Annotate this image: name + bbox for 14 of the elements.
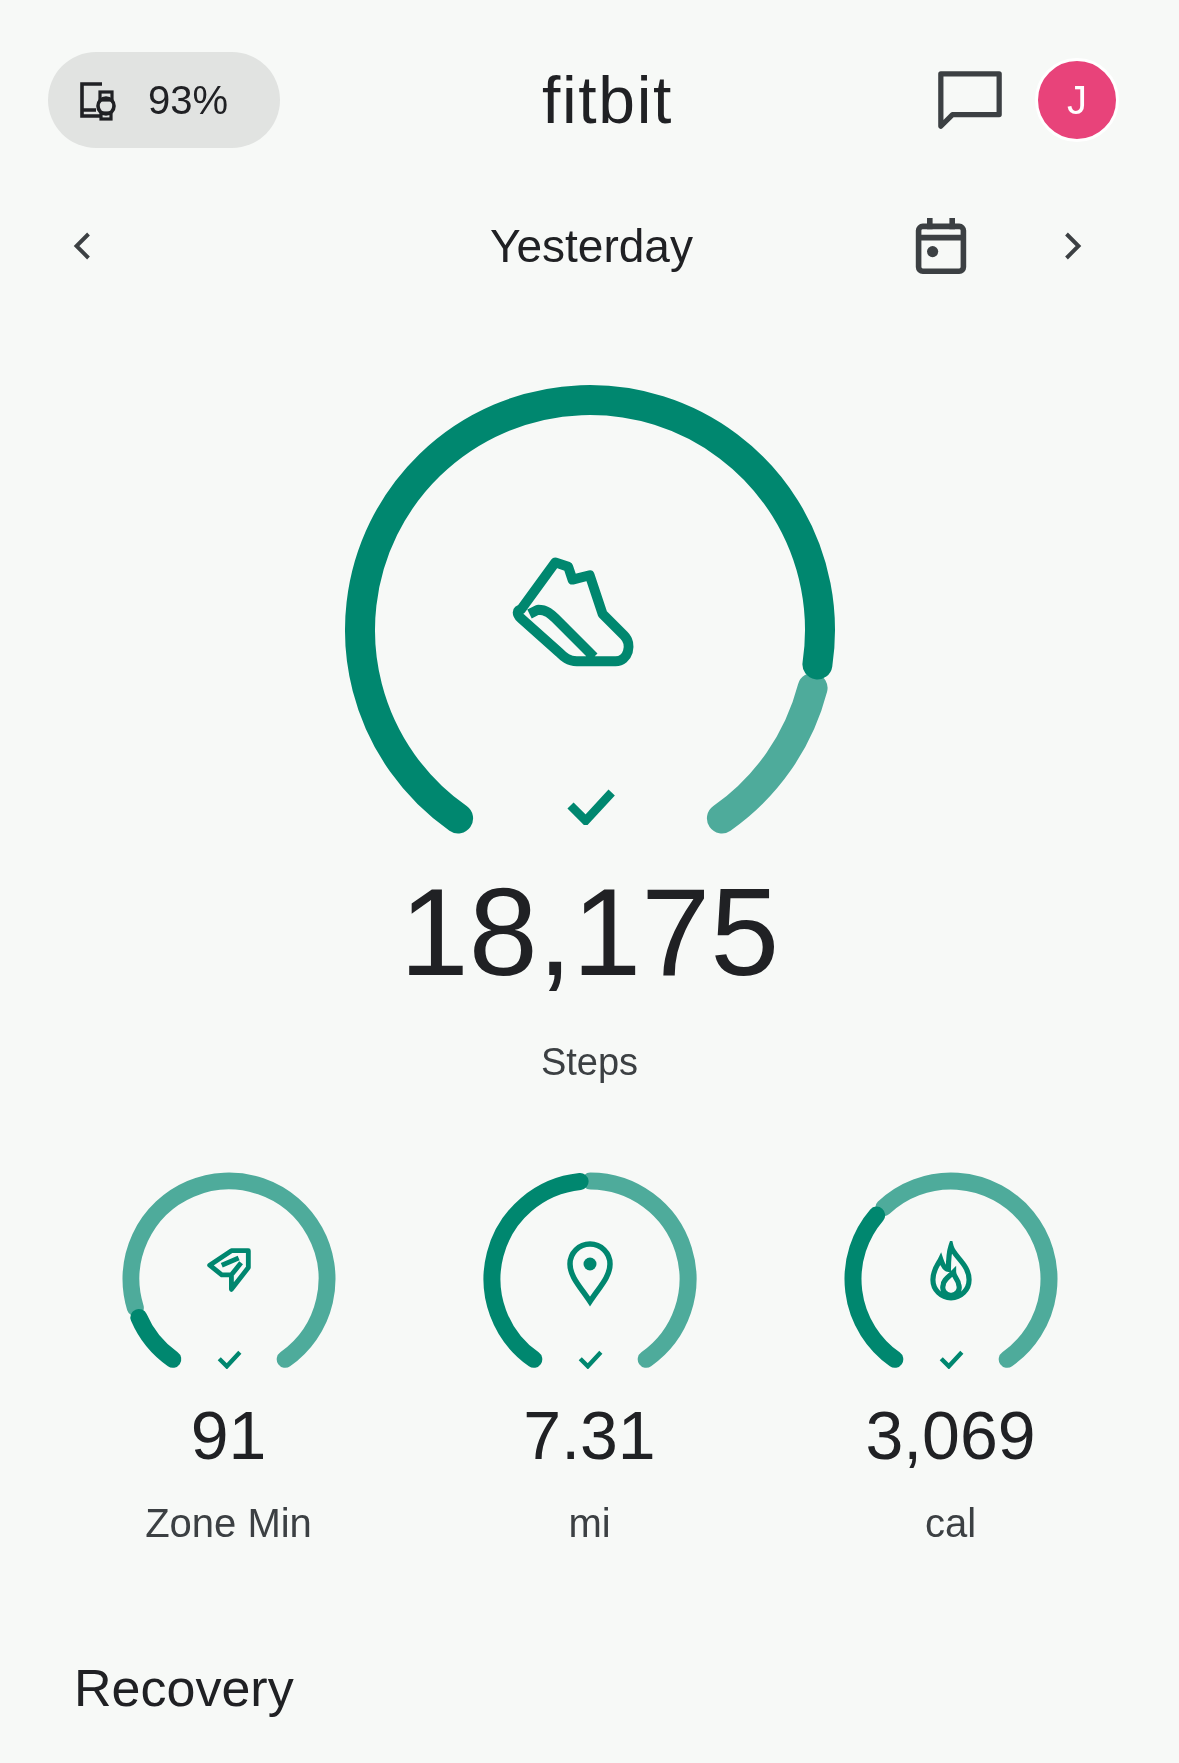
- steps-value: 18,175: [399, 870, 780, 994]
- date-label: Yesterday: [490, 218, 693, 274]
- battery-indicator[interactable]: 93%: [48, 52, 280, 148]
- profile-avatar[interactable]: J: [1035, 58, 1119, 142]
- stat-label: mi: [568, 1500, 611, 1547]
- stat-label: cal: [924, 1500, 977, 1547]
- battery-level: 93%: [148, 77, 229, 124]
- steps-label: Steps: [540, 1040, 639, 1085]
- app-logo: fitbit: [542, 61, 673, 139]
- stat-value: 7.31: [523, 1401, 656, 1469]
- stat-value: 3,069: [865, 1401, 1036, 1469]
- section-title: Recovery: [74, 1659, 294, 1717]
- stat-value: 91: [190, 1401, 267, 1469]
- stat-label: Zone Min: [145, 1500, 312, 1547]
